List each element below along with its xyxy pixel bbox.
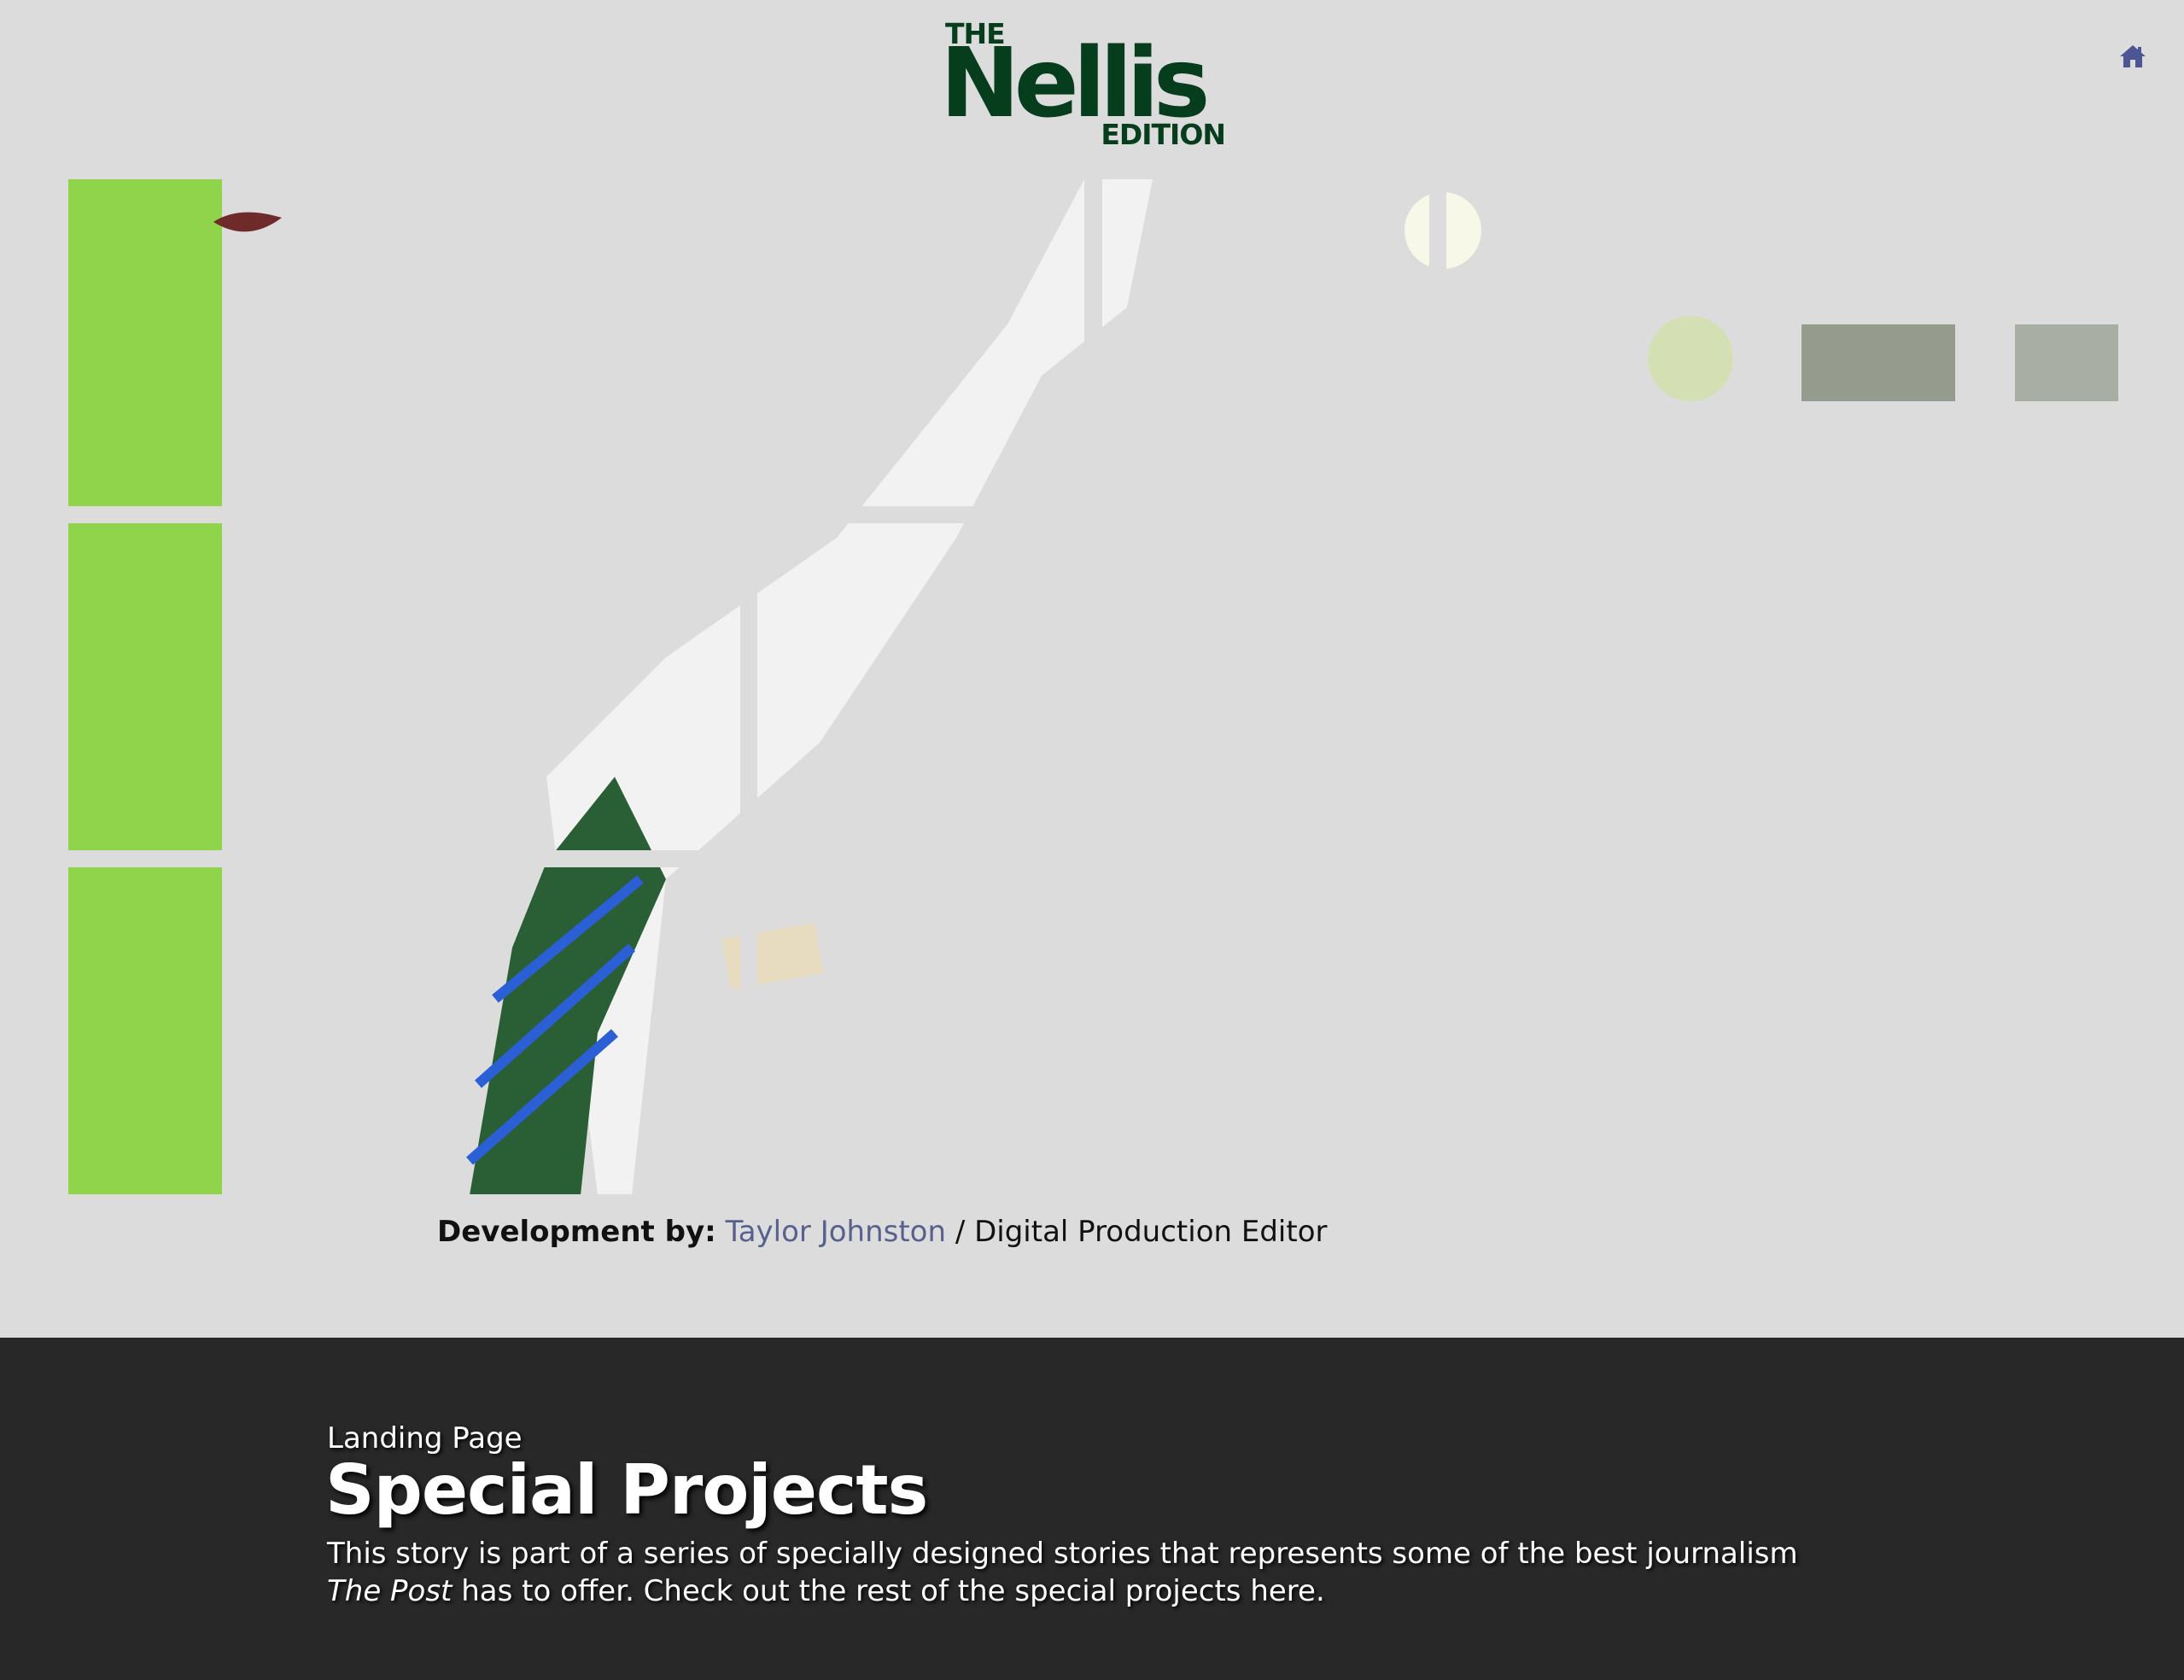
credit-line: Development by: Taylor Johnston / Digita… [437, 1215, 1328, 1249]
photo-tile[interactable] [413, 179, 740, 506]
photo-tile[interactable] [1102, 867, 1429, 1194]
credit-label: Development by: [437, 1215, 716, 1249]
desc-text-1: This story is part of a series of specia… [327, 1537, 1798, 1571]
footer-title[interactable]: Special Projects [325, 1450, 928, 1530]
photo-tile[interactable] [68, 867, 395, 1194]
photo-tile[interactable] [1102, 523, 1429, 850]
photo-puzzle-grid [68, 179, 2118, 1195]
photo-tile[interactable] [757, 867, 1084, 1194]
credit-role: / Digital Production Editor [955, 1215, 1328, 1249]
footer-special-projects: Landing Page Special Projects This story… [0, 1338, 2184, 1680]
photo-tile[interactable] [1446, 523, 1773, 850]
photo-tile[interactable] [757, 523, 1084, 850]
photo-tile[interactable] [68, 523, 395, 850]
photo-tile[interactable] [1446, 867, 1773, 1194]
photo-tile[interactable] [1102, 179, 1429, 506]
photo-tile[interactable] [413, 523, 740, 850]
photo-tile[interactable] [413, 867, 740, 1194]
site-logo[interactable]: THE Nellis EDITION [940, 17, 1226, 151]
desc-publication: The Post [327, 1574, 453, 1608]
photo-tile[interactable] [68, 179, 395, 506]
logo-edition: EDITION [1101, 118, 1226, 151]
photo-tile[interactable] [1791, 179, 2118, 506]
desc-text-2: has to offer. Check out the rest of the … [461, 1574, 1325, 1608]
photo-tile[interactable] [757, 179, 1084, 506]
photo-tile[interactable] [1791, 867, 2118, 1194]
footer-description: This story is part of a series of specia… [327, 1535, 1847, 1610]
credit-author-link[interactable]: Taylor Johnston [726, 1215, 946, 1249]
photo-tile[interactable] [1446, 179, 1773, 506]
home-icon[interactable] [2119, 43, 2146, 70]
photo-tile[interactable] [1791, 523, 2118, 850]
